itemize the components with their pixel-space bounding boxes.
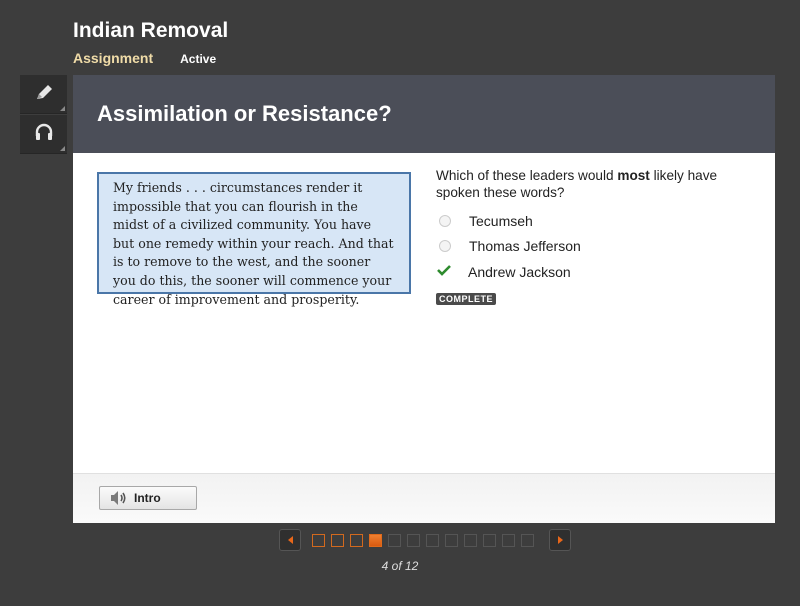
section-label: Assignment	[73, 50, 154, 66]
activity-title: Assimilation or Resistance?	[97, 101, 392, 126]
radio-button[interactable]	[439, 214, 451, 227]
option-label: Tecumseh	[469, 212, 533, 229]
menu-corner-indicator	[60, 146, 65, 151]
page-indicator-12[interactable]	[521, 533, 534, 547]
activity-panel: Assimilation or Resistance? My friends .…	[73, 75, 775, 523]
page-indicator-8[interactable]	[445, 533, 458, 547]
arrow-left-icon	[287, 536, 293, 544]
question-text: Which of these leaders would most likely…	[436, 167, 756, 201]
page-indicator-4[interactable]	[369, 533, 382, 547]
pencil-icon	[33, 81, 55, 108]
question-prefix: Which of these leaders would	[436, 168, 618, 183]
speaker-icon	[110, 490, 128, 506]
page-indicator-10[interactable]	[483, 533, 496, 547]
intro-audio-button[interactable]: Intro	[99, 486, 197, 510]
answer-option[interactable]: Thomas Jefferson	[436, 234, 581, 260]
menu-corner-indicator	[60, 106, 65, 111]
quote-box: My friends . . . circumstances render it…	[97, 172, 411, 307]
page-count: 4 of 12	[381, 559, 419, 573]
answer-options: Tecumseh Thomas Jefferson Andrew Jackson	[436, 208, 581, 285]
next-page-button[interactable]	[549, 529, 571, 551]
page-indicator-5[interactable]	[388, 533, 401, 547]
page-indicators	[312, 533, 540, 547]
page-indicator-11[interactable]	[502, 533, 515, 547]
tool-rail	[20, 75, 67, 155]
answer-option[interactable]: Tecumseh	[436, 208, 581, 234]
complete-badge: COMPLETE	[436, 293, 497, 305]
page-indicator-9[interactable]	[464, 533, 477, 547]
panel-header: Assimilation or Resistance?	[73, 75, 775, 153]
page-indicator-2[interactable]	[331, 533, 344, 547]
intro-label: Intro	[134, 491, 161, 505]
notes-tool-button[interactable]	[20, 75, 67, 114]
checkmark-icon	[437, 263, 451, 280]
answer-option[interactable]: Andrew Jackson	[436, 259, 581, 285]
page-indicator-3[interactable]	[350, 533, 363, 547]
sub-header: Assignment Active	[73, 50, 216, 66]
page-indicator-6[interactable]	[407, 533, 420, 547]
radio-button[interactable]	[439, 240, 451, 253]
option-label: Andrew Jackson	[468, 263, 571, 280]
previous-page-button[interactable]	[279, 529, 301, 551]
arrow-right-icon	[557, 536, 563, 544]
pagination	[279, 529, 571, 551]
option-label: Thomas Jefferson	[469, 238, 581, 255]
status-label: Active	[180, 52, 217, 66]
audio-tool-button[interactable]	[20, 115, 67, 154]
app-title: Indian Removal	[73, 19, 229, 42]
question-emphasis: most	[617, 168, 650, 183]
page-indicator-7[interactable]	[426, 533, 439, 547]
page-indicator-1[interactable]	[312, 533, 325, 547]
headphones-icon	[33, 121, 55, 148]
panel-footer: Intro	[73, 473, 775, 523]
